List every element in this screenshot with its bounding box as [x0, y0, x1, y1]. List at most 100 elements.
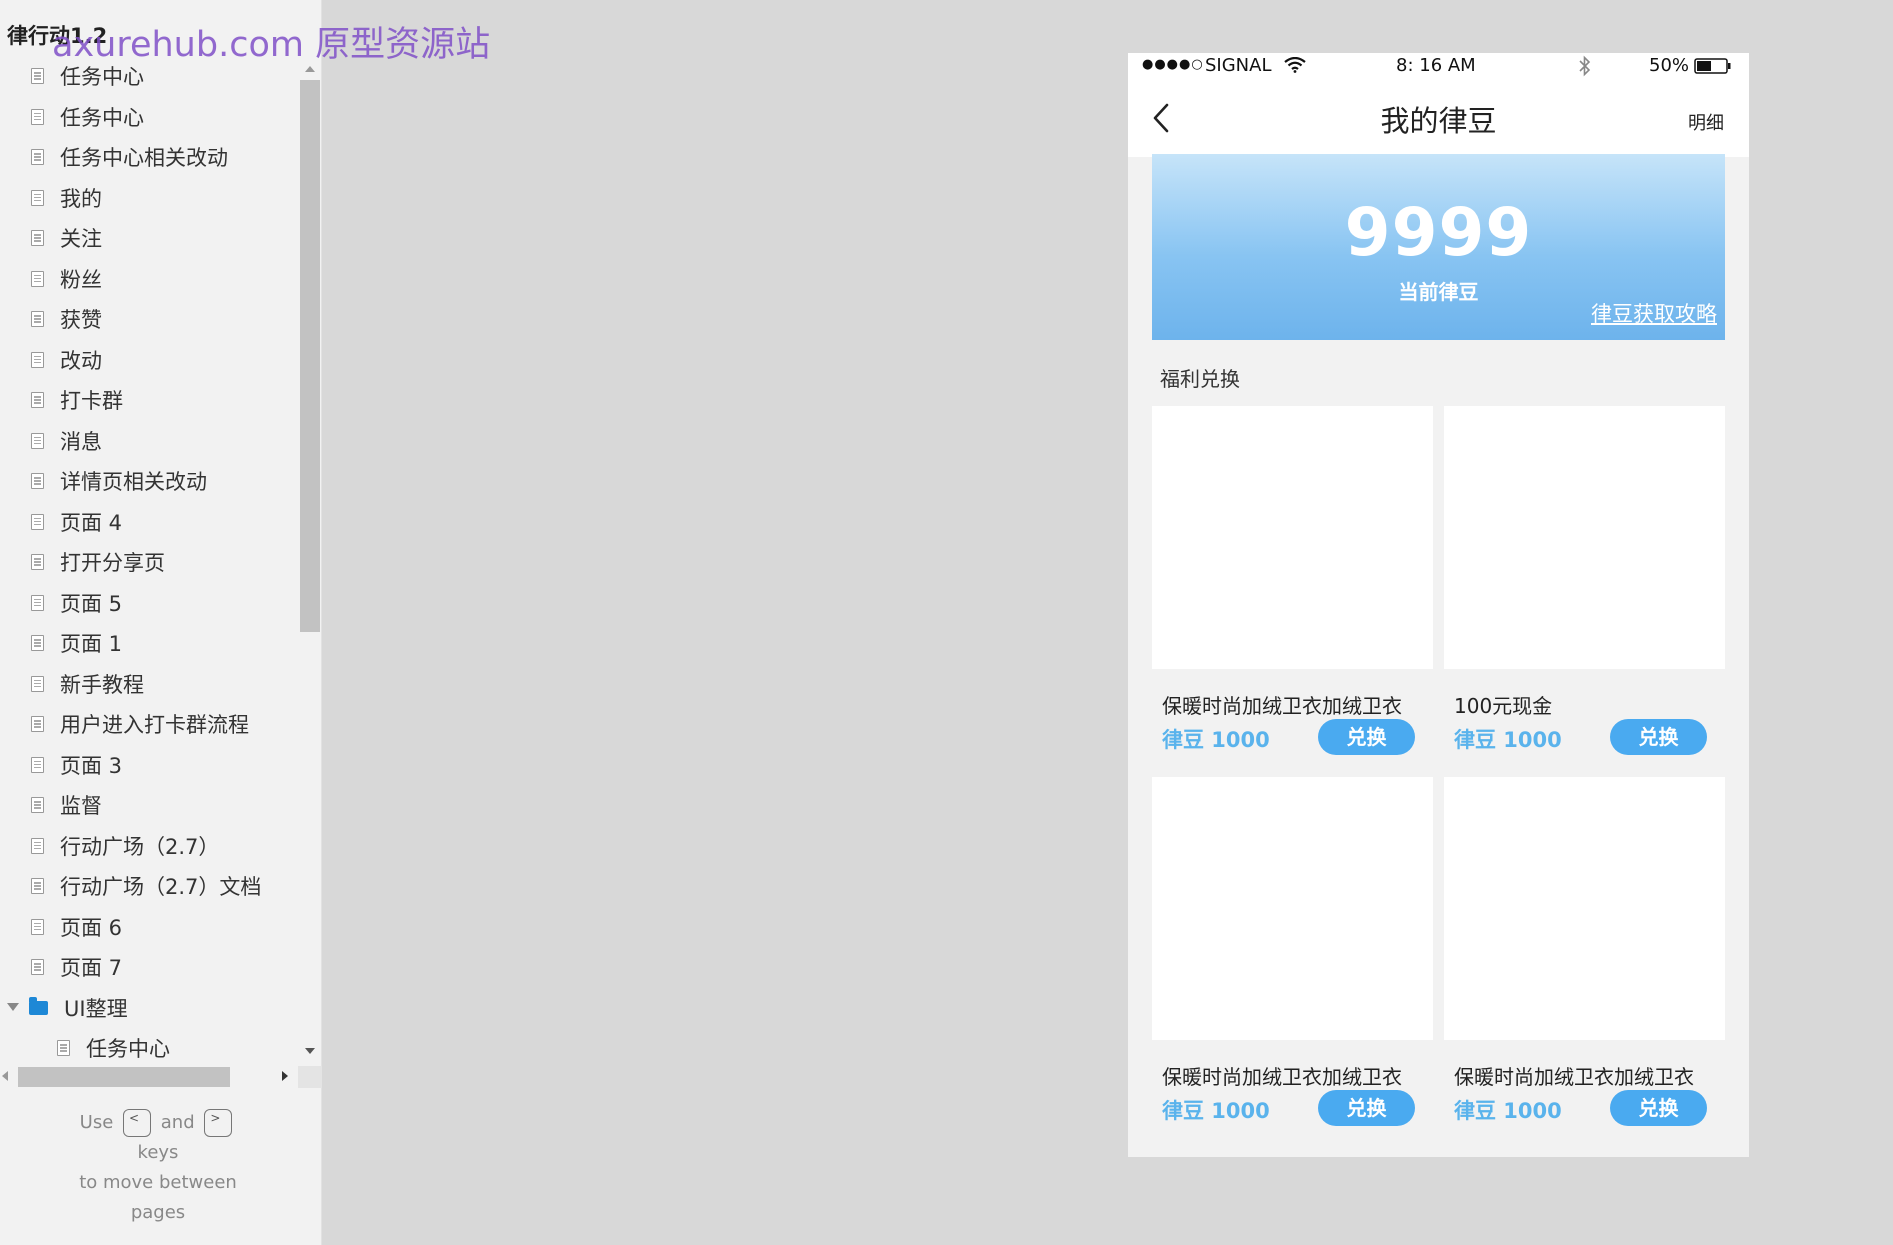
- nav-hint-line-3: pages: [130, 1202, 186, 1223]
- next-key-icon: >: [204, 1109, 233, 1137]
- page-item-label: 关注: [60, 227, 102, 251]
- page-item[interactable]: 监督: [0, 785, 298, 825]
- page-item[interactable]: 任务中心: [0, 1028, 298, 1066]
- page-item[interactable]: 行动广场（2.7）文档: [0, 866, 298, 906]
- page-icon: [31, 918, 44, 935]
- page-item-label: 打卡群: [60, 389, 123, 413]
- page-icon: [31, 797, 44, 813]
- product-price: 律豆 1000: [1162, 728, 1270, 752]
- page-icon: [31, 959, 44, 975]
- product-image[interactable]: [1152, 406, 1433, 669]
- section-title: 福利兑换: [1160, 367, 1240, 391]
- folder-label: UI整理: [64, 996, 128, 1021]
- nav-hint-line-1: Use < and >: [0, 1108, 316, 1138]
- horizontal-scrollbar-thumb[interactable]: [18, 1067, 230, 1087]
- chevron-down-icon[interactable]: [7, 1002, 19, 1011]
- page-icon: [31, 189, 44, 206]
- page-item[interactable]: 用户进入打卡群流程: [0, 704, 298, 744]
- scroll-right-arrow-icon[interactable]: [282, 1071, 288, 1081]
- page-item-label: 新手教程: [60, 672, 144, 697]
- page-icon: [31, 230, 44, 246]
- page-item-label: 页面 7: [60, 956, 123, 980]
- prev-key-icon: <: [123, 1109, 152, 1137]
- page-item[interactable]: 页面 5: [0, 583, 298, 623]
- page-icon: [31, 716, 44, 732]
- page-item[interactable]: 任务中心: [0, 56, 298, 96]
- page-icon: [31, 311, 44, 327]
- page-item-label: 页面 6: [60, 915, 123, 940]
- exchange-button[interactable]: 兑换: [1318, 1090, 1415, 1126]
- page-item[interactable]: 我的: [0, 178, 298, 218]
- phone-prototype: ●●●●○ SIGNAL 8: 16 AM 50% 我的律豆 明细 9999 当…: [1128, 53, 1749, 1157]
- product-image[interactable]: [1444, 777, 1725, 1040]
- page-item[interactable]: 打卡群: [0, 380, 298, 420]
- scroll-up-arrow-icon[interactable]: [305, 66, 315, 72]
- page-item-label: 任务中心: [60, 65, 144, 89]
- exchange-button[interactable]: 兑换: [1610, 719, 1707, 755]
- page-item[interactable]: 行动广场（2.7）: [0, 826, 298, 866]
- nav-hint-keys: keys: [137, 1142, 179, 1163]
- page-item[interactable]: 新手教程: [0, 664, 298, 704]
- scroll-left-arrow-icon[interactable]: [2, 1071, 8, 1081]
- page-item[interactable]: 页面 1: [0, 623, 298, 663]
- page-item-label: 我的: [60, 186, 102, 211]
- product-name: 保暖时尚加绒卫衣加绒卫衣: [1162, 694, 1402, 718]
- page-icon: [57, 1040, 70, 1056]
- product-name: 100元现金: [1454, 694, 1553, 718]
- product-image[interactable]: [1152, 777, 1433, 1040]
- page-item[interactable]: 页面 6: [0, 907, 298, 947]
- status-bar: ●●●●○ SIGNAL 8: 16 AM 50%: [1128, 53, 1749, 81]
- page-icon: [31, 68, 44, 84]
- page-item[interactable]: 任务中心相关改动: [0, 137, 298, 177]
- page-icon: [31, 351, 44, 368]
- page-item-label: 行动广场（2.7）: [60, 834, 220, 859]
- wifi-icon: [1284, 57, 1306, 73]
- page-item[interactable]: 改动: [0, 340, 298, 380]
- page-item[interactable]: 任务中心: [0, 97, 298, 137]
- beans-count: 9999: [1344, 194, 1533, 271]
- scroll-down-arrow-icon[interactable]: [305, 1048, 315, 1054]
- page-item[interactable]: 页面 7: [0, 947, 298, 987]
- page-item[interactable]: 打开分享页: [0, 542, 298, 582]
- product-name: 保暖时尚加绒卫衣加绒卫衣: [1454, 1065, 1694, 1089]
- page-item[interactable]: 粉丝: [0, 259, 298, 299]
- beans-guide-link[interactable]: 律豆获取攻略: [1591, 298, 1717, 328]
- next-key-label: >: [210, 1111, 221, 1125]
- prev-key-label: <: [129, 1111, 140, 1125]
- page-item-label: 页面 5: [60, 591, 123, 616]
- page-item[interactable]: 页面 3: [0, 745, 298, 785]
- nav-hint-use: Use: [79, 1112, 114, 1133]
- page-icon: [31, 149, 44, 165]
- page-icon: [31, 513, 44, 530]
- page-icon: [31, 756, 44, 773]
- product-image[interactable]: [1444, 406, 1725, 669]
- product-name: 保暖时尚加绒卫衣加绒卫衣: [1162, 1065, 1402, 1089]
- scrollbar-corner: [298, 1066, 322, 1088]
- page-item[interactable]: 页面 4: [0, 502, 298, 542]
- page-icon: [31, 392, 44, 408]
- page-item-label: 页面 1: [60, 632, 123, 656]
- folder-item-ui[interactable]: UI整理: [0, 988, 298, 1028]
- folder-icon: [29, 996, 48, 1015]
- page-icon: [31, 594, 44, 611]
- page-item-label: 任务中心: [60, 105, 144, 130]
- detail-link[interactable]: 明细: [1688, 109, 1724, 135]
- page-icon: [31, 473, 44, 489]
- product-price: 律豆 1000: [1162, 1099, 1270, 1123]
- page-item-label: 打开分享页: [60, 551, 165, 575]
- bluetooth-icon: [1579, 55, 1591, 77]
- product-price: 律豆 1000: [1454, 1099, 1562, 1123]
- page-item[interactable]: 详情页相关改动: [0, 461, 298, 501]
- page-item[interactable]: 获赞: [0, 299, 298, 339]
- page-item[interactable]: 关注: [0, 218, 298, 258]
- exchange-button[interactable]: 兑换: [1318, 719, 1415, 755]
- page-item-label: 改动: [60, 348, 102, 373]
- page-icon: [31, 270, 44, 287]
- sitemap-panel: 律行动1.2 axurehub.com 原型资源站 任务中心 任务中心 任务中心…: [0, 0, 490, 1245]
- product-price: 律豆 1000: [1454, 728, 1562, 752]
- page-icon: [31, 837, 44, 854]
- vertical-scrollbar-thumb[interactable]: [300, 80, 320, 632]
- page-item[interactable]: 消息: [0, 421, 298, 461]
- page-item-label: 获赞: [60, 308, 102, 332]
- exchange-button[interactable]: 兑换: [1610, 1090, 1707, 1126]
